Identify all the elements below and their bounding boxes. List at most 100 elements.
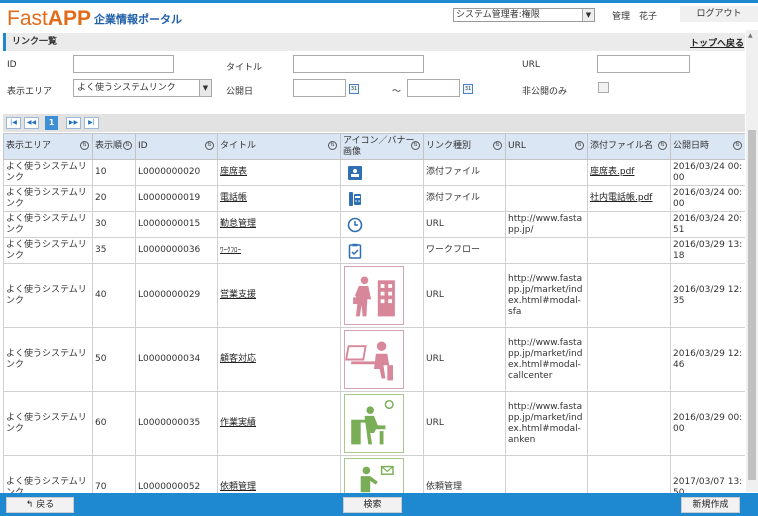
request-banner: [344, 458, 404, 495]
scrollbar-thumb[interactable]: [748, 130, 756, 480]
id-input[interactable]: [73, 55, 174, 73]
title-link[interactable]: 顧客対応: [220, 354, 256, 364]
role-select[interactable]: システム管理者:権限 ▼: [453, 8, 595, 22]
table-row[interactable]: よく使うシステムリンク 70 L0000000052 依頼管理 依頼管理 201…: [3, 455, 745, 495]
col-header-type[interactable]: リンク種別 ⇅: [423, 133, 506, 160]
title-link[interactable]: 作業実績: [220, 418, 256, 428]
title-link[interactable]: 座席表: [220, 167, 247, 177]
cell-date: 2016/03/24 00:00: [670, 159, 745, 186]
sort-icon[interactable]: ⇅: [123, 141, 132, 150]
title-link[interactable]: ﾜｰｸﾌﾛｰ: [220, 246, 241, 254]
table-row[interactable]: よく使うシステムリンク 40 L0000000029 営業支援 URL http…: [3, 263, 745, 328]
work-banner: [344, 394, 404, 453]
sort-icon[interactable]: ⇅: [493, 141, 502, 150]
date-from-input[interactable]: [293, 79, 346, 97]
role-select-value: システム管理者:権限: [456, 10, 540, 20]
bottom-action-bar: ↰ 戻る 検索 新規作成: [0, 493, 758, 516]
title-link[interactable]: 依頼管理: [220, 482, 256, 492]
cell-id: L0000000034: [135, 327, 218, 392]
cell-order: 10: [92, 159, 136, 186]
title-link[interactable]: 営業支援: [220, 290, 256, 300]
col-header-label: 公開日時: [673, 141, 710, 151]
col-header-title[interactable]: タイトル ⇅: [217, 133, 341, 160]
seat-icon: [348, 165, 362, 180]
sort-icon[interactable]: ⇅: [80, 141, 89, 150]
app-logo[interactable]: FastAPP 企業情報ポータル: [7, 7, 183, 30]
cell-url: http://www.fastapp.jp/market/index.html#…: [505, 327, 588, 392]
page-number-current[interactable]: 1: [45, 116, 58, 130]
vertical-scrollbar[interactable]: ▲: [746, 30, 758, 492]
logo-fast: Fast: [7, 7, 48, 30]
cell-image: [340, 455, 424, 495]
col-header-image[interactable]: アイコン／バナー画像 ⇅: [340, 133, 424, 160]
private-only-checkbox[interactable]: [598, 82, 609, 93]
col-header-label: 添付ファイル名: [590, 141, 654, 151]
cell-area: よく使うシステムリンク: [3, 455, 93, 495]
sort-icon[interactable]: ⇅: [411, 141, 420, 150]
back-arrow-icon: ↰: [25, 500, 37, 510]
sort-icon[interactable]: ⇅: [575, 141, 584, 150]
back-to-top-link[interactable]: トップへ戻る: [690, 36, 744, 49]
sort-icon[interactable]: ⇅: [328, 141, 337, 150]
title-input[interactable]: [293, 55, 424, 73]
url-input[interactable]: [597, 55, 690, 73]
logo-subtitle: 企業情報ポータル: [94, 13, 183, 26]
cell-type: URL: [423, 391, 506, 456]
attachment-link[interactable]: 座席表.pdf: [590, 167, 634, 177]
table-row[interactable]: よく使うシステムリンク 60 L0000000035 作業実績 URL http…: [3, 391, 745, 456]
sort-icon[interactable]: ⇅: [658, 141, 667, 150]
cell-date: 2016/03/24 20:51: [670, 211, 745, 238]
top-header: FastAPP 企業情報ポータル システム管理者:権限 ▼ 管理 花子 ログアウト: [0, 0, 758, 30]
cell-type: URL: [423, 263, 506, 328]
col-header-area[interactable]: 表示エリア ⇅: [3, 133, 93, 160]
back-button[interactable]: ↰ 戻る: [6, 497, 74, 513]
table-row[interactable]: よく使うシステムリンク 30 L0000000015 勤怠管理 URL http…: [3, 211, 745, 238]
col-header-file[interactable]: 添付ファイル名 ⇅: [587, 133, 671, 160]
col-header-url[interactable]: URL ⇅: [505, 133, 588, 160]
cell-id: L0000000015: [135, 211, 218, 238]
cell-date: 2016/03/24 00:00: [670, 185, 745, 212]
next-page-button[interactable]: ▶▶: [66, 117, 81, 129]
col-header-date[interactable]: 公開日時 ⇅: [670, 133, 745, 160]
col-header-id[interactable]: ID ⇅: [135, 133, 218, 160]
sort-icon[interactable]: ⇅: [205, 141, 214, 150]
sort-icon[interactable]: ⇅: [733, 141, 742, 150]
area-select[interactable]: よく使うシステムリンク ▼: [73, 79, 212, 97]
title-link[interactable]: 勤怠管理: [220, 219, 256, 229]
cell-file: [587, 391, 671, 456]
cell-id: L0000000019: [135, 185, 218, 212]
last-page-button[interactable]: ▶|: [84, 117, 99, 129]
area-select-value: よく使うシステムリンク: [77, 83, 176, 93]
logo-app: APP: [47, 7, 92, 30]
cell-date: 2016/03/29 00:00: [670, 391, 745, 456]
calendar-icon[interactable]: 31: [463, 84, 473, 94]
cell-image: [340, 185, 424, 212]
clock-icon: [347, 217, 363, 232]
cell-url: [505, 185, 588, 212]
cell-image: [340, 391, 424, 456]
logout-button[interactable]: ログアウト: [680, 6, 758, 22]
scroll-up-icon[interactable]: ▲: [748, 32, 753, 39]
search-button[interactable]: 検索: [343, 497, 402, 513]
area-label: 表示エリア: [7, 87, 53, 97]
cell-date: 2016/03/29 12:46: [670, 327, 745, 392]
cell-date: 2016/03/29 12:35: [670, 263, 745, 328]
table-row[interactable]: よく使うシステムリンク 10 L0000000020 座席表 添付ファイル 座席…: [3, 159, 745, 186]
calendar-icon[interactable]: 31: [349, 84, 359, 94]
table-row[interactable]: よく使うシステムリンク 50 L0000000034 顧客対応 URL http…: [3, 327, 745, 392]
cell-id: L0000000035: [135, 391, 218, 456]
col-header-label: ID: [138, 141, 148, 151]
attachment-link[interactable]: 社内電話帳.pdf: [590, 193, 652, 203]
col-header-order[interactable]: 表示順 ⇅: [92, 133, 136, 160]
col-header-label: URL: [508, 141, 526, 151]
cell-type: URL: [423, 327, 506, 392]
table-row[interactable]: よく使うシステムリンク 35 L0000000036 ﾜｰｸﾌﾛｰ ワークフロー…: [3, 237, 745, 264]
date-to-input[interactable]: [407, 79, 460, 97]
new-button[interactable]: 新規作成: [681, 497, 740, 513]
cell-date: 2017/03/07 13:50: [670, 455, 745, 495]
prev-page-button[interactable]: ◀◀: [24, 117, 39, 129]
col-header-label: 表示順: [95, 141, 123, 151]
first-page-button[interactable]: |◀: [6, 117, 21, 129]
table-row[interactable]: よく使うシステムリンク 20 L0000000019 電話帳 添付ファイル 社内…: [3, 185, 745, 212]
title-link[interactable]: 電話帳: [220, 193, 247, 203]
